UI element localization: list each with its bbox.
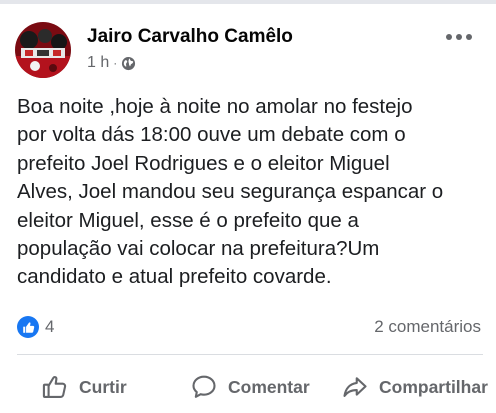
post-header: Jairo Carvalho Camêlo 1 h · [0,4,496,82]
post-text-line: população vai colocar na prefeitura?Um [17,237,380,261]
post-text-line: candidato e atual prefeito covarde. [17,265,332,289]
comment-label: Comentar [228,376,310,397]
comment-bubble-icon [190,373,218,401]
more-dot [466,34,472,40]
author-name[interactable]: Jairo Carvalho Camêlo [87,26,293,48]
divider [17,354,483,355]
meta-separator: · [113,56,118,70]
post-text-line: prefeito Joel Rodrigues e o eleitor Migu… [17,151,390,175]
post-stats: 4 2 comentários [17,314,483,340]
post-text-line: Boa noite ,hoje à noite no amolar no fes… [17,95,413,118]
share-label: Compartilhar [379,376,488,397]
avatar[interactable] [15,22,71,78]
post-text-line: por volta dás 18:00 ouve um debate com o [17,123,406,147]
more-options-icon[interactable] [444,30,474,44]
post-text: Boa noite ,hoje à noite no amolar no fes… [17,93,487,292]
globe-icon [121,56,136,71]
more-dot [456,34,462,40]
post-text-line: eleitor Miguel, esse é o prefeito que a [17,208,359,232]
post-text-line: Alves, Joel mandou seu segurança espanca… [17,180,444,204]
comments-count[interactable]: 2 comentários [374,317,481,337]
like-reaction-icon[interactable] [17,316,39,338]
more-dot [446,34,452,40]
post-meta: 1 h · [87,54,136,72]
share-arrow-icon [341,373,369,401]
thumbs-up-icon [41,373,69,401]
like-label: Curtir [79,376,127,397]
share-button[interactable]: Compartilhar [341,373,488,401]
reactions-count[interactable]: 4 [45,317,54,337]
avatar-image [15,22,71,78]
post-actions: Curtir Comentar Compartilhar [0,365,496,411]
like-button[interactable]: Curtir [41,373,127,401]
comment-button[interactable]: Comentar [190,373,310,401]
post-time[interactable]: 1 h [87,54,109,72]
